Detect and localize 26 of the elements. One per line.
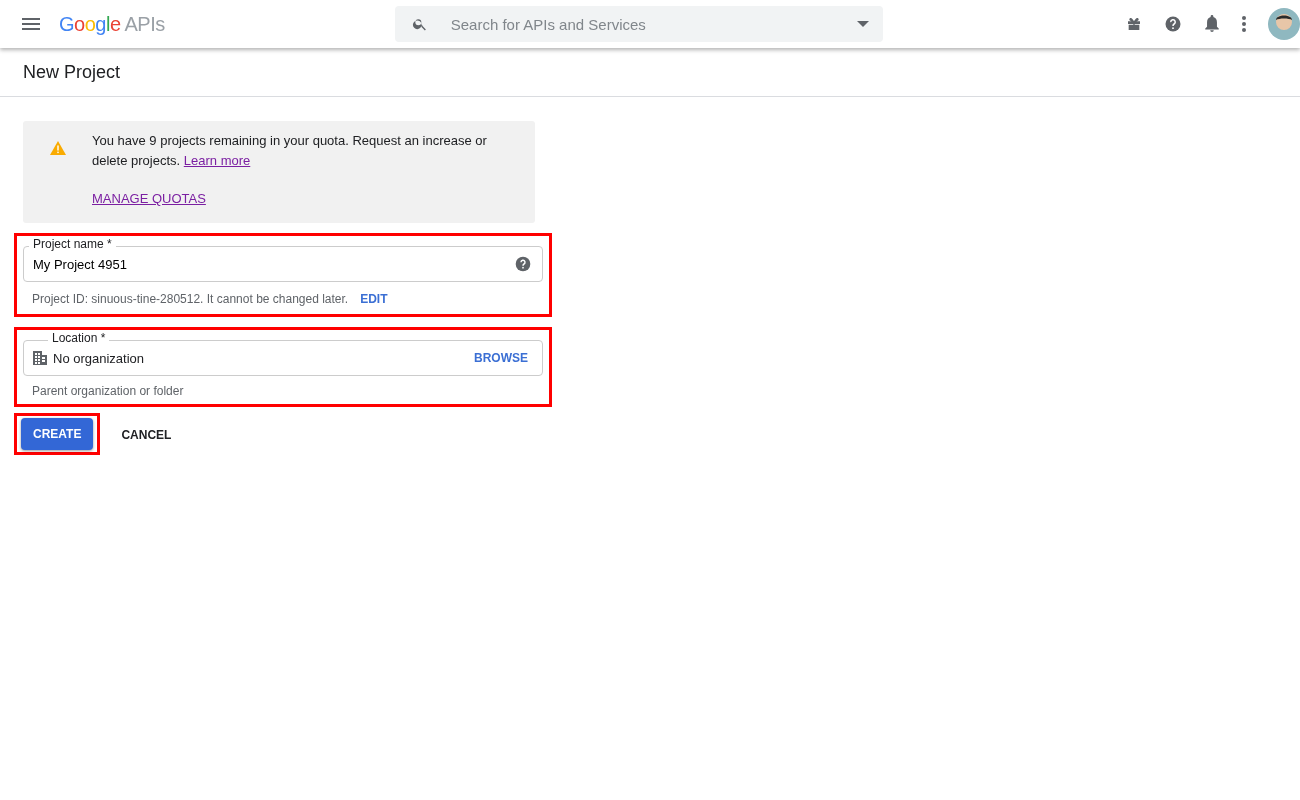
project-id-hint: Project ID: sinuous-tine-280512. It cannot be changed later. — [32, 292, 349, 306]
manage-quotas-link[interactable]: MANAGE QUOTAS — [92, 191, 206, 206]
avatar-icon[interactable] — [1268, 8, 1300, 40]
logo[interactable]: Google APIs — [59, 12, 165, 36]
notification-bell-icon[interactable] — [1204, 15, 1220, 33]
location-value: No organization — [53, 350, 146, 366]
help-icon[interactable] — [515, 256, 531, 272]
location-hint: Parent organization or folder — [32, 384, 184, 398]
building-icon — [33, 351, 47, 365]
more-options-icon[interactable] — [1242, 16, 1246, 32]
gift-icon[interactable] — [1126, 16, 1142, 32]
browse-button[interactable]: BROWSE — [474, 349, 528, 367]
search-icon — [411, 16, 428, 32]
dropdown-caret-icon[interactable] — [856, 21, 869, 27]
help-icon[interactable] — [1164, 15, 1182, 33]
create-button[interactable]: CREATE — [21, 418, 94, 450]
page-title: New Project — [23, 61, 121, 83]
learn-more-link[interactable]: Learn more — [183, 153, 251, 168]
search-field[interactable]: Search for APIs and Services — [394, 6, 883, 42]
field-label: Project name * — [29, 237, 116, 251]
cancel-button[interactable]: CANCEL — [121, 425, 172, 444]
field-label: Location * — [48, 331, 110, 345]
edit-button[interactable]: EDIT — [360, 290, 388, 308]
quota-message: You have 9 projects remaining in your quota. Request an increase or delete projects. Learn more — [92, 132, 488, 170]
warning-icon — [50, 141, 66, 155]
menu-icon[interactable] — [22, 18, 40, 30]
